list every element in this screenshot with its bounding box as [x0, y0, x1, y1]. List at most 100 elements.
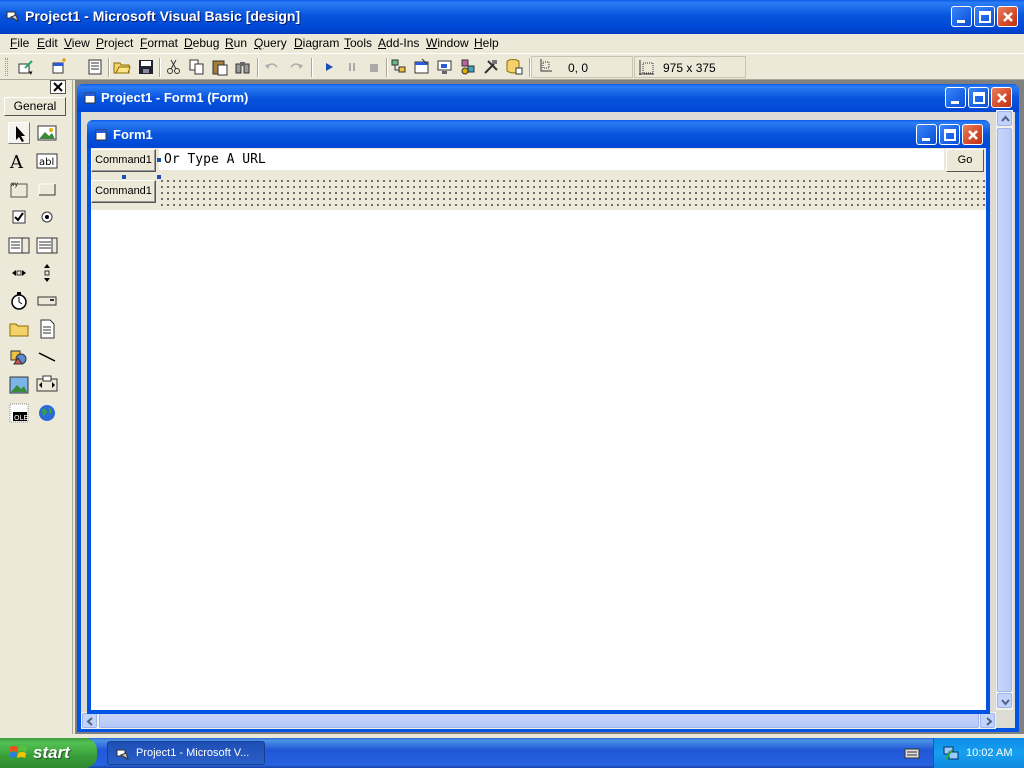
vertical-scrollbar[interactable]	[996, 110, 1013, 710]
selection-handle[interactable]	[122, 175, 126, 179]
size-icon	[638, 58, 656, 76]
form-doc-icon	[84, 92, 96, 107]
menu-add-ins[interactable]: Add-Ins	[378, 36, 419, 50]
command1-button-2[interactable]: Command1	[91, 180, 156, 203]
commandbutton-icon[interactable]	[36, 178, 58, 200]
standard-toolbar: ▾ 0, 0 975 x 375	[0, 53, 1024, 80]
toolbar-grip[interactable]	[5, 58, 8, 76]
menu-format[interactable]: Format	[140, 36, 178, 50]
menu-debug[interactable]: Debug	[184, 36, 219, 50]
menu-help[interactable]: Help	[474, 36, 499, 50]
frame-icon[interactable]: xy	[8, 178, 30, 200]
svg-text:xy: xy	[11, 181, 19, 188]
properties-window-icon[interactable]	[413, 58, 431, 76]
menu-file[interactable]: File	[10, 36, 29, 50]
vertical-scroll-thumb[interactable]	[997, 128, 1012, 692]
redo-icon[interactable]	[287, 58, 305, 76]
end-icon[interactable]	[365, 58, 383, 76]
copy-icon[interactable]	[188, 58, 206, 76]
menu-query[interactable]: Query	[254, 36, 287, 50]
ole-icon[interactable]: OLE	[8, 402, 30, 424]
taskbar-item-vb[interactable]: Project1 - Microsoft V...	[107, 741, 265, 765]
go-button[interactable]: Go	[946, 149, 984, 172]
form1-close-button[interactable]	[962, 124, 983, 145]
system-tray: 10:02 AM	[933, 738, 1024, 768]
save-project-icon[interactable]	[137, 58, 155, 76]
menu-edit[interactable]: Edit	[37, 36, 58, 50]
image-icon[interactable]	[8, 374, 30, 396]
project-explorer-icon[interactable]	[390, 58, 408, 76]
combobox-icon[interactable]	[8, 234, 30, 256]
hscrollbar-icon[interactable]	[8, 262, 30, 284]
minimize-button[interactable]	[951, 6, 972, 27]
label-icon[interactable]: A	[8, 150, 30, 173]
filelistbox-icon[interactable]	[36, 318, 58, 340]
toolbox-close-button[interactable]	[50, 80, 66, 94]
form1-title: Form1	[113, 127, 153, 142]
pointer-icon[interactable]	[8, 122, 30, 144]
drivelistbox-icon[interactable]	[36, 290, 58, 312]
open-project-icon[interactable]	[113, 58, 131, 76]
menu-view[interactable]: View	[64, 36, 90, 50]
command1-button[interactable]: Command1	[91, 149, 156, 172]
size-readout: 975 x 375	[663, 61, 716, 75]
menu-run[interactable]: Run	[225, 36, 247, 50]
optionbutton-icon[interactable]	[36, 206, 58, 228]
shape-icon[interactable]	[8, 346, 30, 368]
textbox-icon[interactable]: abl	[36, 150, 58, 172]
menu-editor-icon[interactable]	[86, 58, 104, 76]
windows-logo-icon	[9, 744, 29, 765]
add-form-icon[interactable]	[50, 58, 68, 76]
selection-handle[interactable]	[157, 175, 161, 179]
selection-handle[interactable]	[157, 158, 161, 162]
picturebox-icon[interactable]	[36, 122, 58, 144]
keyboard-icon[interactable]	[904, 746, 920, 763]
checkbox-icon[interactable]	[8, 206, 30, 228]
paste-icon[interactable]	[211, 58, 229, 76]
form1-maximize-button[interactable]	[939, 124, 960, 145]
cut-icon[interactable]	[165, 58, 183, 76]
designer-close-button[interactable]	[991, 87, 1012, 108]
form-layout-icon[interactable]	[436, 58, 454, 76]
horizontal-scrollbar[interactable]	[81, 712, 996, 729]
listbox-icon[interactable]	[36, 234, 58, 256]
scroll-down-button[interactable]	[997, 693, 1012, 708]
designer-minimize-button[interactable]	[945, 87, 966, 108]
toolbox-icon[interactable]	[482, 58, 500, 76]
designer-maximize-button[interactable]	[968, 87, 989, 108]
form1-minimize-button[interactable]	[916, 124, 937, 145]
close-button[interactable]	[997, 6, 1018, 27]
menu-diagram[interactable]: Diagram	[294, 36, 339, 50]
vscrollbar-icon[interactable]	[36, 262, 58, 284]
scroll-right-button[interactable]	[980, 713, 995, 728]
start-button[interactable]: start	[0, 738, 97, 768]
undo-icon[interactable]	[263, 58, 281, 76]
form1-title-bar[interactable]: Form1	[87, 120, 990, 148]
scroll-up-button[interactable]	[997, 111, 1012, 126]
line-icon[interactable]	[36, 346, 58, 368]
url-textbox[interactable]: Or Type A URL	[159, 149, 944, 170]
object-browser-icon[interactable]	[459, 58, 477, 76]
dirlistbox-icon[interactable]	[8, 318, 30, 340]
webbrowser-globe-icon[interactable]	[36, 402, 58, 424]
toolbox-general-tab[interactable]: General	[4, 97, 66, 116]
menu-project[interactable]: Project	[96, 36, 133, 50]
horizontal-scroll-thumb[interactable]	[99, 713, 979, 728]
menu-window[interactable]: Window	[426, 36, 469, 50]
timer-icon[interactable]	[8, 290, 30, 312]
data-icon[interactable]	[36, 374, 58, 396]
menu-tools[interactable]: Tools	[344, 36, 372, 50]
add-project-icon[interactable]: ▾	[17, 58, 35, 77]
break-icon[interactable]	[343, 58, 361, 76]
network-icon[interactable]	[943, 745, 959, 764]
scroll-left-button[interactable]	[82, 713, 97, 728]
maximize-button[interactable]	[974, 6, 995, 27]
main-title-bar[interactable]: Project1 - Microsoft Visual Basic [desig…	[0, 0, 1024, 34]
data-view-icon[interactable]	[505, 58, 523, 76]
form1-client-area[interactable]: Command1 Command1 Or Type A URL Go	[91, 148, 986, 710]
designer-title: Project1 - Form1 (Form)	[101, 90, 249, 105]
form1-window[interactable]: Form1 Command1 Command1 Or Type A URL Go	[87, 120, 990, 714]
start-icon[interactable]	[320, 58, 338, 76]
find-icon[interactable]	[234, 58, 252, 76]
designer-title-bar[interactable]: Project1 - Form1 (Form)	[77, 84, 1019, 112]
